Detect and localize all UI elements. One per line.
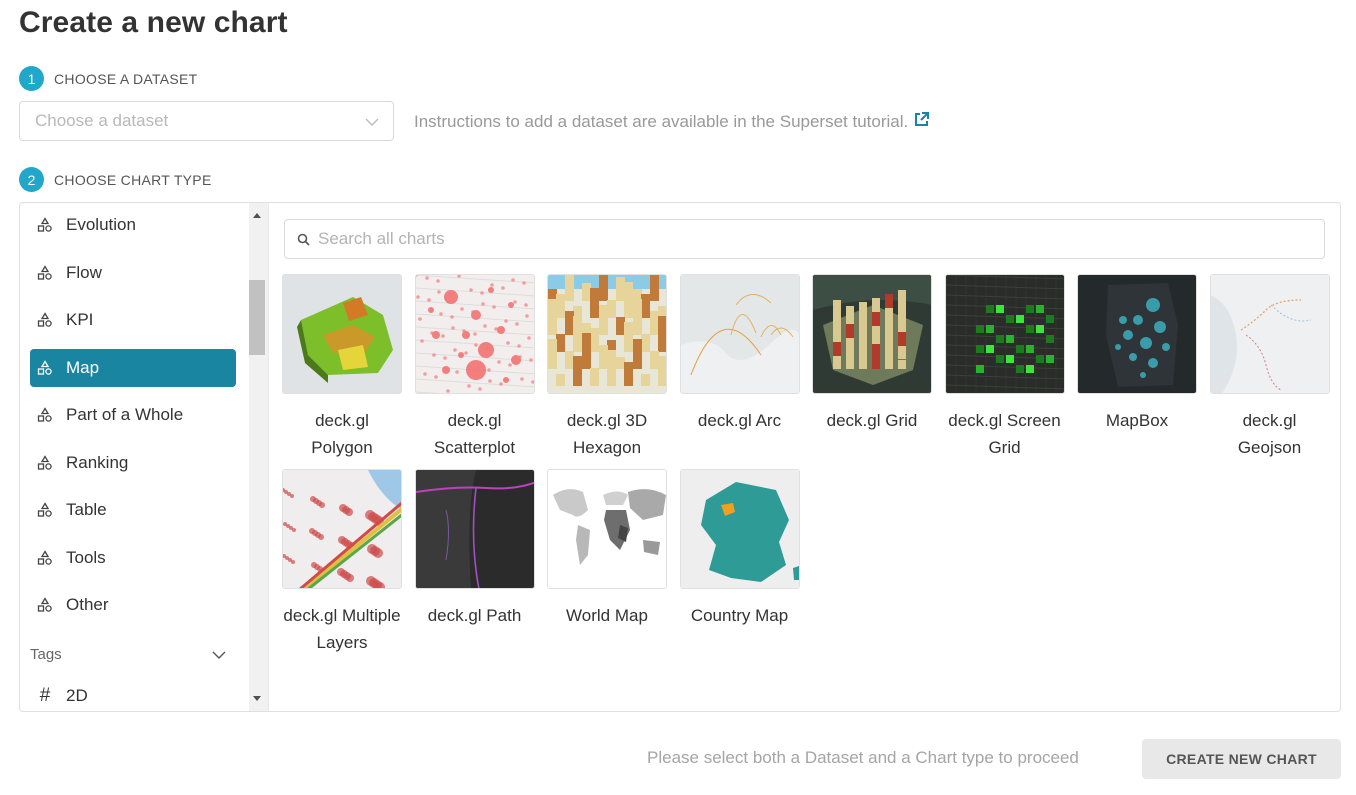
chart-name: deck.gl Path [427,606,522,625]
tags-label: Tags [30,646,62,663]
chart-tile-scatter[interactable]: deck.gl Scatterplot [414,274,535,461]
chevron-down-icon[interactable] [212,650,226,660]
footer-hint: Please select both a Dataset and a Chart… [647,748,1079,767]
category-item-part-of-a-whole[interactable]: Part of a Whole [30,396,236,434]
category-item-table[interactable]: Table [30,491,236,529]
chart-tile-multilayer[interactable]: deck.gl Multiple Layers [282,469,402,656]
step-label: CHOOSE CHART TYPE [54,171,212,188]
chart-thumbnail[interactable] [812,274,932,394]
chart-thumbnail[interactable] [944,274,1065,394]
chart-tile-mapbox[interactable]: MapBox [1077,274,1197,434]
chart-thumbnail[interactable] [547,274,667,394]
scrollbar-thumb[interactable] [249,280,265,355]
chart-tile-geojson[interactable]: deck.gl Geojson [1209,274,1330,461]
category-item-evolution[interactable]: Evolution [30,206,236,244]
category-label: Ranking [66,453,129,472]
category-label: KPI [66,310,94,329]
page-title: Create a new chart [19,6,288,39]
chart-thumbnail[interactable] [414,469,535,589]
chart-tile-screengrid[interactable]: deck.gl Screen Grid [944,274,1065,461]
dataset-select[interactable]: Choose a dataset [19,101,394,141]
category-shapes-icon [37,217,53,233]
scroll-up-arrow-icon[interactable] [253,213,261,218]
category-item-flow[interactable]: Flow [30,254,236,292]
chart-name: deck.gl Screen Grid [948,411,1061,457]
chart-name: deck.gl Geojson [1237,411,1302,457]
category-shapes-icon [37,312,53,328]
category-shapes-icon [37,550,53,566]
category-scrollbar[interactable] [249,203,268,711]
chart-tile-country[interactable]: Country Map [679,469,800,629]
create-new-chart-button[interactable]: CREATE NEW CHART [1142,739,1341,779]
category-shapes-icon [37,597,53,613]
search-icon [297,233,310,246]
chart-name: deck.gl Arc [697,411,782,430]
category-label: Map [66,358,100,377]
chart-thumbnail[interactable] [1209,274,1330,394]
chart-name: deck.gl Polygon [311,411,373,457]
chart-tile-grid[interactable]: deck.gl Grid [812,274,932,434]
category-item-ranking[interactable]: Ranking [30,444,236,482]
chart-name: deck.gl Grid [826,411,918,430]
chart-name: deck.gl 3D Hexagon [566,411,648,457]
chart-thumbnail[interactable] [282,274,402,394]
tag-item-2d[interactable]: # 2D [30,681,236,711]
chart-name: World Map [566,606,648,625]
step-label: CHOOSE A DATASET [54,70,198,87]
chart-thumbnail[interactable] [282,469,402,589]
category-label: Part of a Whole [66,405,184,424]
chart-search-input[interactable] [318,229,1278,249]
category-shapes-icon [37,502,53,518]
chart-name: deck.gl Scatterplot [433,411,516,457]
chart-tile-world[interactable]: World Map [547,469,667,629]
external-link-icon[interactable] [913,111,930,133]
chart-thumbnail[interactable] [547,469,667,589]
chart-search-box[interactable] [284,219,1325,259]
category-label: Other [66,595,109,614]
tag-label: 2D [66,686,88,705]
chart-name: Country Map [690,606,789,625]
category-item-tools[interactable]: Tools [30,539,236,577]
category-item-kpi[interactable]: KPI [30,301,236,339]
chart-thumbnail[interactable] [1077,274,1197,394]
chart-tile-hexagon[interactable]: deck.gl 3D Hexagon [547,274,667,461]
step-number-badge: 2 [19,167,44,192]
dataset-select-placeholder: Choose a dataset [35,111,169,130]
chart-name: deck.gl Multiple Layers [283,606,401,652]
category-item-other[interactable]: Other [30,586,236,624]
chart-thumbnail[interactable] [679,274,800,394]
chart-name: MapBox [1105,411,1169,430]
step-choose-chart-type: 2 CHOOSE CHART TYPE [19,167,212,192]
chart-thumbnail[interactable] [679,469,800,589]
chart-tile-arc[interactable]: deck.gl Arc [679,274,800,434]
category-shapes-icon [37,265,53,281]
scroll-down-arrow-icon[interactable] [253,696,261,701]
step-number-badge: 1 [19,66,44,91]
tags-section-header[interactable]: Tags [30,646,236,663]
category-label: Table [66,500,107,519]
category-label: Tools [66,548,106,567]
dataset-instructions[interactable]: Instructions to add a dataset are availa… [414,111,930,133]
chart-type-panel: Evolution Flow KPI Map Part of a Whole Rankin… [19,202,1341,712]
chart-tile-polygon[interactable]: deck.gl Polygon [282,274,402,461]
hash-icon: # [39,685,51,706]
category-item-map[interactable]: Map [30,349,236,387]
chart-thumbnail[interactable] [414,274,535,394]
chart-tile-path[interactable]: deck.gl Path [414,469,535,629]
category-shapes-icon [37,360,53,376]
instructions-link-text[interactable]: Instructions to add a dataset are availa… [414,112,908,132]
category-label: Evolution [66,215,136,234]
category-shapes-icon [37,455,53,471]
chevron-down-icon [365,115,379,134]
step-choose-dataset: 1 CHOOSE A DATASET [19,66,198,91]
category-shapes-icon [37,407,53,423]
chart-gallery: deck.gl Polygon deck.gl Scatterplot deck.g… [268,203,1340,711]
category-label: Flow [66,263,102,282]
category-list: Evolution Flow KPI Map Part of a Whole Rankin… [20,203,250,711]
